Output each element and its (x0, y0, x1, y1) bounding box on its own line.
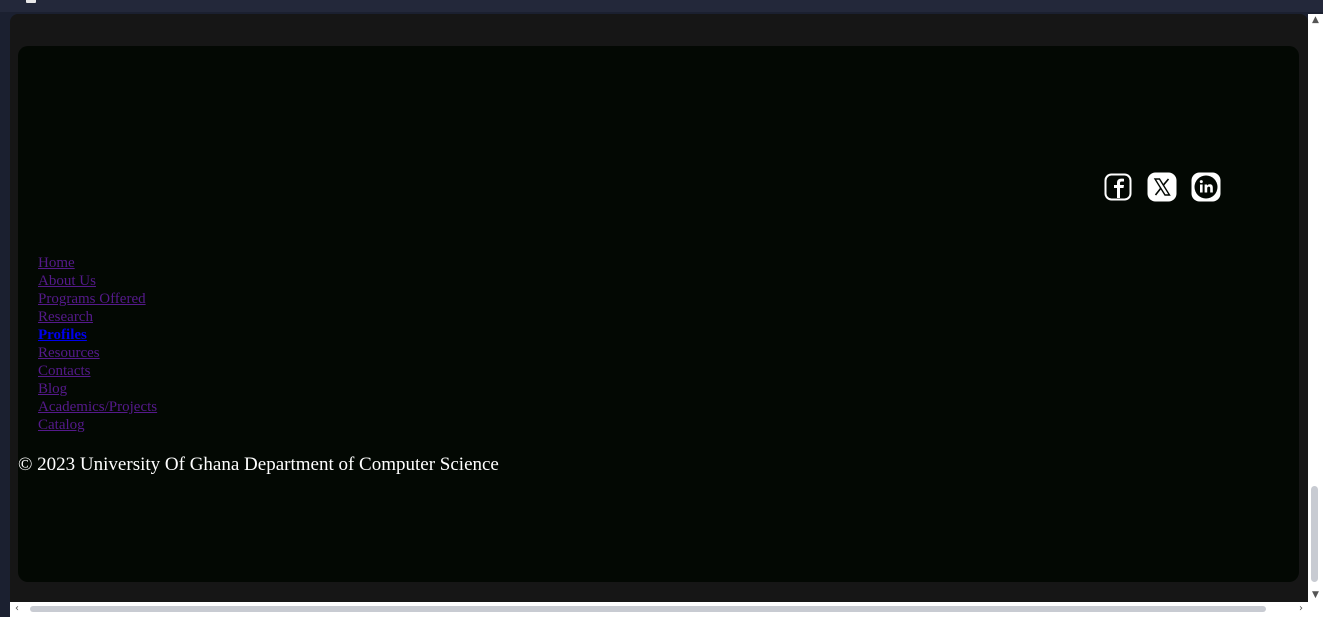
scrollbar-corner (1308, 602, 1323, 617)
scroll-right-arrow-icon[interactable]: › (1296, 604, 1306, 614)
footer-nav: Home About Us Programs Offered Research … (38, 254, 157, 434)
window-handle-icon (26, 0, 36, 3)
scroll-up-arrow-icon[interactable]: ▲ (1311, 16, 1320, 25)
nav-link-academics-projects[interactable]: Academics/Projects (38, 399, 157, 415)
facebook-link[interactable] (1103, 172, 1133, 202)
facebook-icon (1104, 173, 1132, 201)
scroll-down-arrow-icon[interactable]: ▼ (1311, 591, 1320, 600)
nav-item-about-us: About Us (38, 272, 157, 290)
nav-link-programs-offered[interactable]: Programs Offered (38, 291, 146, 307)
nav-item-catalog: Catalog (38, 416, 157, 434)
nav-item-profiles: Profiles (38, 326, 157, 344)
browser-top-bar (0, 0, 1323, 12)
horizontal-scrollbar[interactable]: ‹ › (10, 602, 1308, 617)
nav-link-profiles[interactable]: Profiles (38, 327, 87, 343)
x-twitter-icon (1147, 172, 1177, 202)
nav-link-research[interactable]: Research (38, 309, 93, 325)
vertical-scrollbar[interactable]: ▲ ▼ (1308, 14, 1323, 602)
scroll-left-arrow-icon[interactable]: ‹ (12, 604, 22, 614)
copyright-text: © 2023 University Of Ghana Department of… (18, 454, 499, 475)
vertical-scroll-thumb[interactable] (1311, 486, 1318, 582)
horizontal-scroll-thumb[interactable] (30, 606, 1266, 612)
nav-item-programs-offered: Programs Offered (38, 290, 157, 308)
nav-item-resources: Resources (38, 344, 157, 362)
nav-item-home: Home (38, 254, 157, 272)
nav-item-research: Research (38, 308, 157, 326)
nav-link-blog[interactable]: Blog (38, 381, 67, 397)
nav-item-blog: Blog (38, 380, 157, 398)
nav-link-resources[interactable]: Resources (38, 345, 100, 361)
social-links (1103, 172, 1221, 202)
linkedin-link[interactable] (1191, 172, 1221, 202)
nav-item-academics-projects: Academics/Projects (38, 398, 157, 416)
site-footer: Home About Us Programs Offered Research … (18, 46, 1299, 582)
nav-link-catalog[interactable]: Catalog (38, 417, 85, 433)
page-viewport: Home About Us Programs Offered Research … (10, 14, 1308, 602)
nav-link-home[interactable]: Home (38, 255, 75, 271)
nav-link-contacts[interactable]: Contacts (38, 363, 91, 379)
nav-link-about-us[interactable]: About Us (38, 273, 96, 289)
nav-item-contacts: Contacts (38, 362, 157, 380)
linkedin-icon (1191, 172, 1221, 202)
x-twitter-link[interactable] (1147, 172, 1177, 202)
